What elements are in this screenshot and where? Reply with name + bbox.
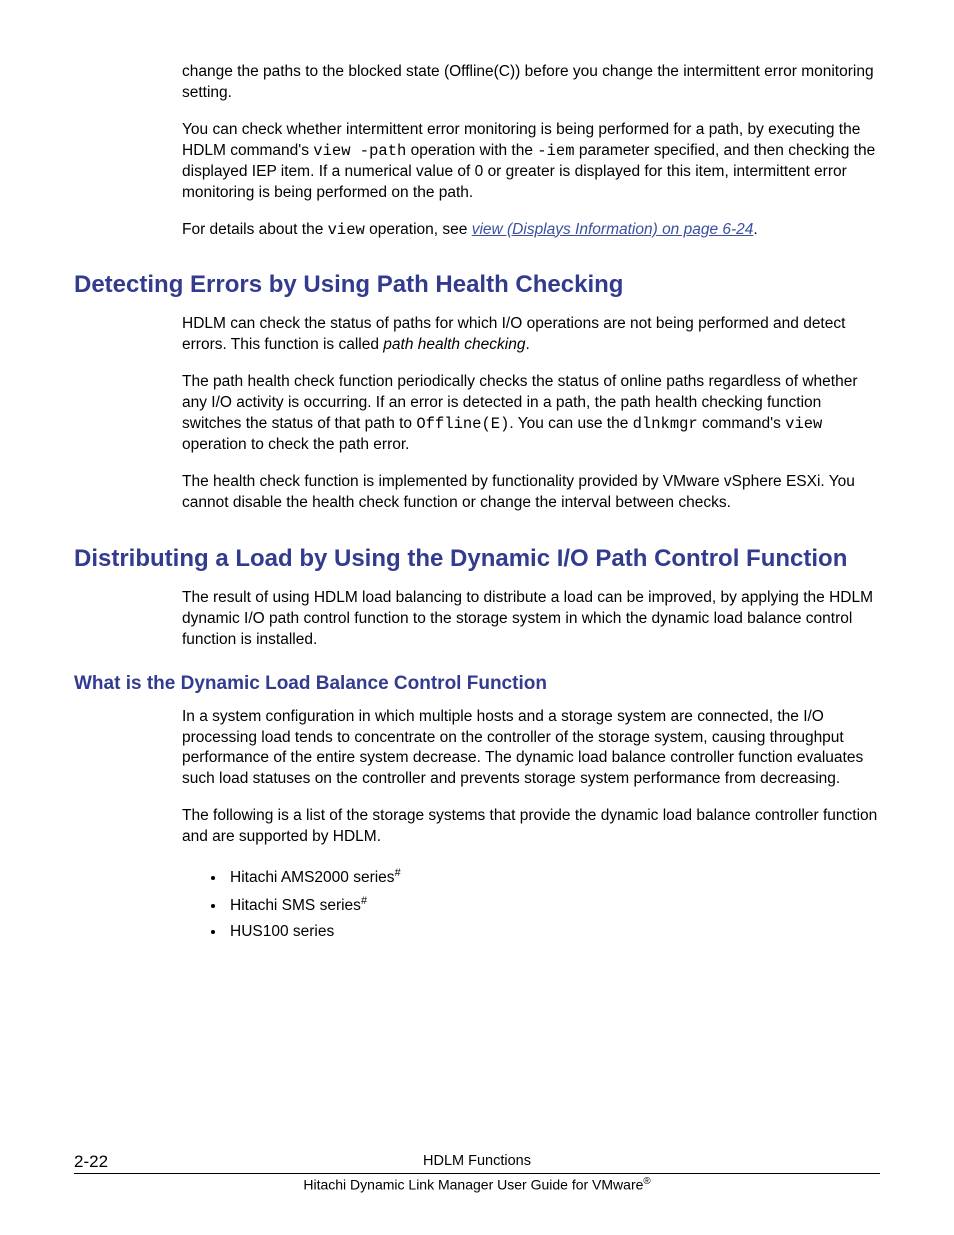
list-item: Hitachi AMS2000 series# xyxy=(226,864,880,892)
footer-rule xyxy=(74,1173,880,1174)
text: command's xyxy=(698,415,785,432)
code: view xyxy=(328,221,365,239)
text: Hitachi SMS series xyxy=(230,897,361,914)
paragraph: For details about the view operation, se… xyxy=(182,220,880,241)
paragraph: change the paths to the blocked state (O… xyxy=(182,62,880,104)
paragraph: You can check whether intermittent error… xyxy=(182,120,880,204)
list-item: HUS100 series xyxy=(226,919,880,945)
code: Offline(E) xyxy=(416,415,509,433)
section-block: HDLM can check the status of paths for w… xyxy=(182,314,880,513)
code: view -path xyxy=(313,142,406,160)
heading-dynamic-load-balance: What is the Dynamic Load Balance Control… xyxy=(74,673,880,695)
cross-reference-link[interactable]: view (Displays Information) on page 6-24 xyxy=(472,221,754,238)
paragraph: In a system configuration in which multi… xyxy=(182,707,880,791)
code: view xyxy=(785,415,822,433)
page-number: 2-22 xyxy=(74,1152,108,1172)
storage-system-list: Hitachi AMS2000 series# Hitachi SMS seri… xyxy=(182,864,880,945)
code: dlnkmgr xyxy=(633,415,698,433)
heading-distributing-load: Distributing a Load by Using the Dynamic… xyxy=(74,544,880,574)
paragraph: The following is a list of the storage s… xyxy=(182,806,880,848)
page-footer: 2-22 HDLM Functions Hitachi Dynamic Link… xyxy=(74,1152,880,1193)
footnote-marker: # xyxy=(395,867,401,879)
paragraph: The health check function is implemented… xyxy=(182,472,880,514)
paragraph: HDLM can check the status of paths for w… xyxy=(182,314,880,356)
text: For details about the xyxy=(182,221,328,238)
list-item: Hitachi SMS series# xyxy=(226,892,880,920)
text: operation with the xyxy=(406,142,537,159)
section-block: In a system configuration in which multi… xyxy=(182,707,880,946)
intro-block: change the paths to the blocked state (O… xyxy=(182,62,880,240)
text: . You can use the xyxy=(509,415,632,432)
footnote-marker: # xyxy=(361,895,367,907)
footer-title: HDLM Functions xyxy=(423,1153,531,1169)
registered-mark: ® xyxy=(643,1176,650,1187)
text: operation, see xyxy=(365,221,472,238)
page-content: change the paths to the blocked state (O… xyxy=(0,0,954,945)
paragraph: The path health check function periodica… xyxy=(182,372,880,456)
paragraph: The result of using HDLM load balancing … xyxy=(182,588,880,651)
code: -iem xyxy=(537,142,574,160)
term: path health checking xyxy=(383,336,525,353)
text: . xyxy=(753,221,757,238)
text: . xyxy=(525,336,529,353)
heading-detecting-errors: Detecting Errors by Using Path Health Ch… xyxy=(74,270,880,300)
footer-subtitle: Hitachi Dynamic Link Manager User Guide … xyxy=(74,1176,880,1193)
text: Hitachi Dynamic Link Manager User Guide … xyxy=(303,1177,643,1193)
text: operation to check the path error. xyxy=(182,436,409,453)
text: Hitachi AMS2000 series xyxy=(230,869,395,886)
section-block: The result of using HDLM load balancing … xyxy=(182,588,880,651)
